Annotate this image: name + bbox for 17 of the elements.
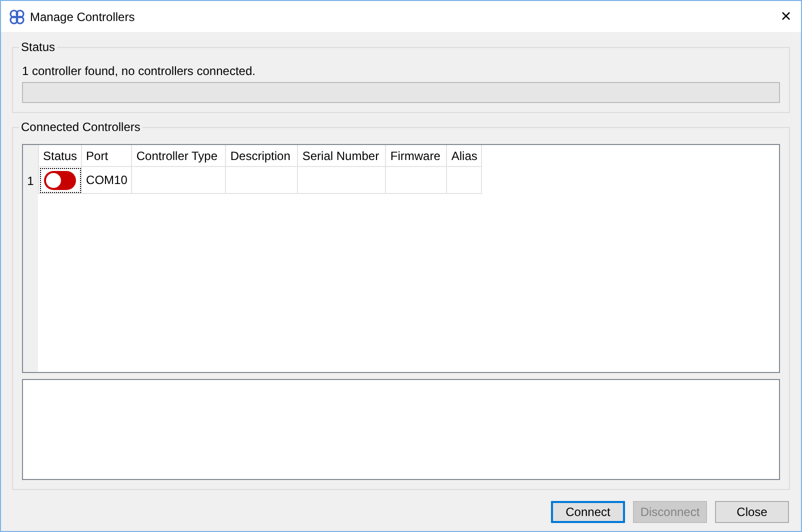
status-message: 1 controller found, no controllers connected.: [22, 64, 256, 78]
status-toggle[interactable]: [44, 170, 76, 190]
table-cell: COM10: [82, 166, 132, 194]
column-header[interactable]: Controller Type: [132, 145, 226, 166]
group-title: Status: [19, 40, 58, 54]
group-title: Connected Controllers: [19, 120, 142, 134]
dialog-button[interactable]: Connect: [551, 501, 625, 523]
column-header[interactable]: Alias: [446, 145, 482, 166]
row-number: 1: [26, 172, 35, 190]
window-title: Manage Controllers: [30, 10, 136, 24]
column-header[interactable]: Port: [82, 145, 132, 166]
column-header[interactable]: Status: [38, 145, 82, 166]
column-header[interactable]: Firmware: [386, 145, 447, 166]
column-header[interactable]: Description: [226, 145, 298, 166]
app-logo-icon: [9, 8, 25, 24]
column-header[interactable]: Serial Number: [298, 145, 386, 166]
dialog-button[interactable]: Close: [715, 501, 789, 523]
